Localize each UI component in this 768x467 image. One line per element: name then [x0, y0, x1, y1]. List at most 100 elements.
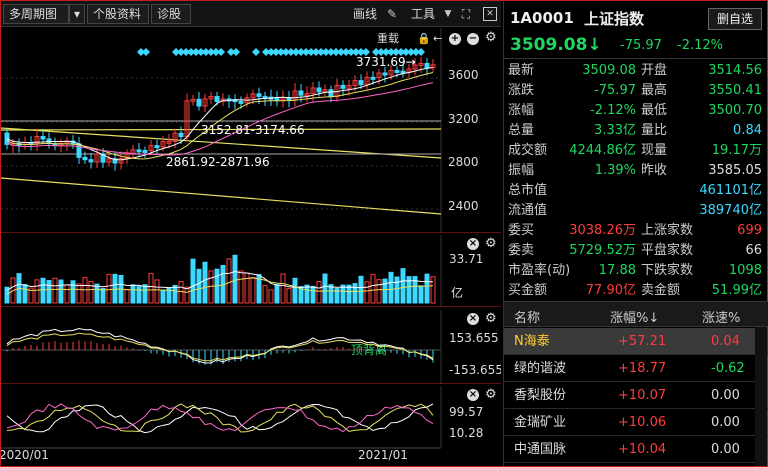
col-name[interactable]: 名称 [514, 307, 540, 326]
gear-icon[interactable]: ⚙ [485, 31, 497, 45]
quote-value: 389740亿 [699, 203, 762, 218]
quote-value: 4244.86亿 [569, 143, 636, 158]
caret-down-icon[interactable]: ▼ [441, 7, 455, 21]
volume-bar [322, 273, 328, 304]
quote-label: 流通值 [508, 203, 548, 218]
table-scrollbar[interactable] [755, 327, 767, 466]
volume-chart[interactable]: 33.71 亿 [1, 235, 501, 307]
quote-row: 振幅 1.39% 昨收 3585.05 [504, 161, 768, 181]
kdj-chart[interactable]: 99.57 10.28 2020/01 2021/01 [1, 386, 501, 466]
row-name: 绿的谐波 [514, 361, 567, 376]
volume-bar [100, 287, 106, 304]
volume-bar [238, 270, 244, 304]
volume-bar [226, 258, 232, 304]
candle-body [424, 62, 430, 69]
quote-row: 涨幅 -2.12% 最低 3500.70 [504, 101, 768, 121]
volume-bar [250, 276, 256, 304]
diagnose-button[interactable]: 诊股 [151, 4, 191, 24]
macd-bottom-label: -153.655 [449, 363, 501, 377]
candle-body [256, 93, 262, 97]
close-icon[interactable]: × [467, 238, 479, 250]
caret-down-icon[interactable]: ▾ [69, 4, 85, 24]
volume-bar [142, 284, 148, 304]
draw-line-button[interactable]: 画线 [353, 5, 377, 23]
quote-value: 3038.26万 [569, 223, 636, 238]
table-row[interactable]: 香梨股份 +10.07 0.00 [504, 382, 768, 409]
quote-row: 最新 3509.08 开盘 3514.56 [504, 61, 768, 81]
row-name: 中通国脉 [514, 442, 567, 457]
quote-label: 成交额 [508, 143, 548, 158]
candle-body [88, 159, 94, 163]
table-row[interactable]: 金瑞矿业 +10.06 0.00 [504, 409, 768, 436]
pencil-icon[interactable]: ✎ [385, 7, 399, 21]
volume-bar [244, 272, 250, 304]
candle-body [382, 72, 388, 76]
volume-bar [52, 277, 58, 304]
row-pct: +18.77 [618, 361, 667, 376]
quote-label: 振幅 [508, 163, 535, 178]
tools-button[interactable]: 工具 [411, 5, 435, 23]
col-speed[interactable]: 涨速% [702, 307, 740, 326]
close-box-icon[interactable]: ✕ [483, 7, 497, 21]
candle-body [154, 145, 160, 149]
candle-body [358, 80, 364, 86]
candle-body [238, 100, 244, 104]
quote-header: 1A0001 上证指数 删自选 3509.08↓ -75.97 -2.12% [504, 1, 768, 59]
quote-label: 委买 [508, 223, 535, 238]
period-button[interactable]: 多周期图 [3, 4, 69, 24]
table-row[interactable]: 绿的谐波 +18.77 -0.62 [504, 355, 768, 382]
quote-label: 下跌家数 [641, 263, 694, 278]
quote-row: 买金额 77.90亿 卖金额 51.99亿 [504, 281, 768, 301]
table-row[interactable]: 中通国脉 +10.04 0.00 [504, 436, 768, 463]
close-icon[interactable]: × [467, 313, 479, 325]
fullscreen-icon[interactable]: ⛶ [459, 7, 473, 21]
zoom-out-icon[interactable]: − [467, 33, 479, 45]
volume-bar [286, 287, 292, 304]
volume-bar [46, 279, 52, 304]
gear-icon[interactable]: ⚙ [485, 237, 497, 251]
gear-icon[interactable]: ⚙ [485, 312, 497, 326]
stock-name: 上证指数 [584, 10, 645, 28]
left-arrow-icon[interactable]: ← [433, 32, 442, 46]
quote-label: 最新 [508, 63, 535, 78]
volume-bar [148, 272, 154, 304]
volume-bar [352, 283, 358, 304]
quote-label: 上涨家数 [641, 223, 694, 238]
volume-bar [58, 279, 64, 304]
quote-value: 0.84 [733, 123, 762, 138]
signal-diamond [142, 48, 150, 56]
candle-body [142, 149, 148, 153]
candle-body [76, 143, 82, 158]
stock-info-button[interactable]: 个股资料 [87, 4, 149, 24]
candle-body [196, 98, 202, 107]
annotation-low: 2861.92-2871.96 [166, 155, 270, 169]
volume-bar [178, 281, 184, 304]
volume-bar [310, 285, 316, 304]
quote-value: 3550.41 [708, 83, 762, 98]
volume-bar [202, 261, 208, 304]
quote-value: 3585.05 [708, 163, 762, 178]
table-row[interactable]: N海泰 +57.21 0.04 [504, 328, 768, 355]
volume-bar [424, 273, 430, 304]
volume-bar [208, 270, 214, 304]
volume-bar [130, 284, 136, 304]
close-icon[interactable]: × [467, 389, 479, 401]
remove-watchlist-button[interactable]: 删自选 [708, 8, 762, 30]
volume-bar [370, 274, 376, 304]
overlay-label[interactable]: 重载 [377, 32, 399, 46]
lock-icon[interactable]: 🔒 [417, 32, 431, 46]
zoom-in-icon[interactable]: + [449, 33, 461, 45]
signal-diamond [252, 48, 260, 56]
kdj-top-label: 99.57 [449, 405, 483, 419]
candle-body [394, 69, 400, 73]
volume-top-label: 33.71 [449, 252, 483, 266]
gear-icon[interactable]: ⚙ [485, 388, 497, 402]
row-speed: 0.00 [711, 388, 740, 403]
row-speed: 0.00 [711, 442, 740, 457]
kline-chart[interactable]: 3731.69→ 3152.81-3174.66 2861.92-2871.96… [1, 28, 501, 233]
row-speed: 0.04 [711, 334, 740, 349]
macd-chart[interactable]: 153.655 -153.655 顶背离 [1, 310, 501, 384]
row-name: N海泰 [514, 334, 550, 349]
col-pct[interactable]: 涨幅%↓ [610, 307, 659, 326]
row-speed: 0.00 [711, 415, 740, 430]
